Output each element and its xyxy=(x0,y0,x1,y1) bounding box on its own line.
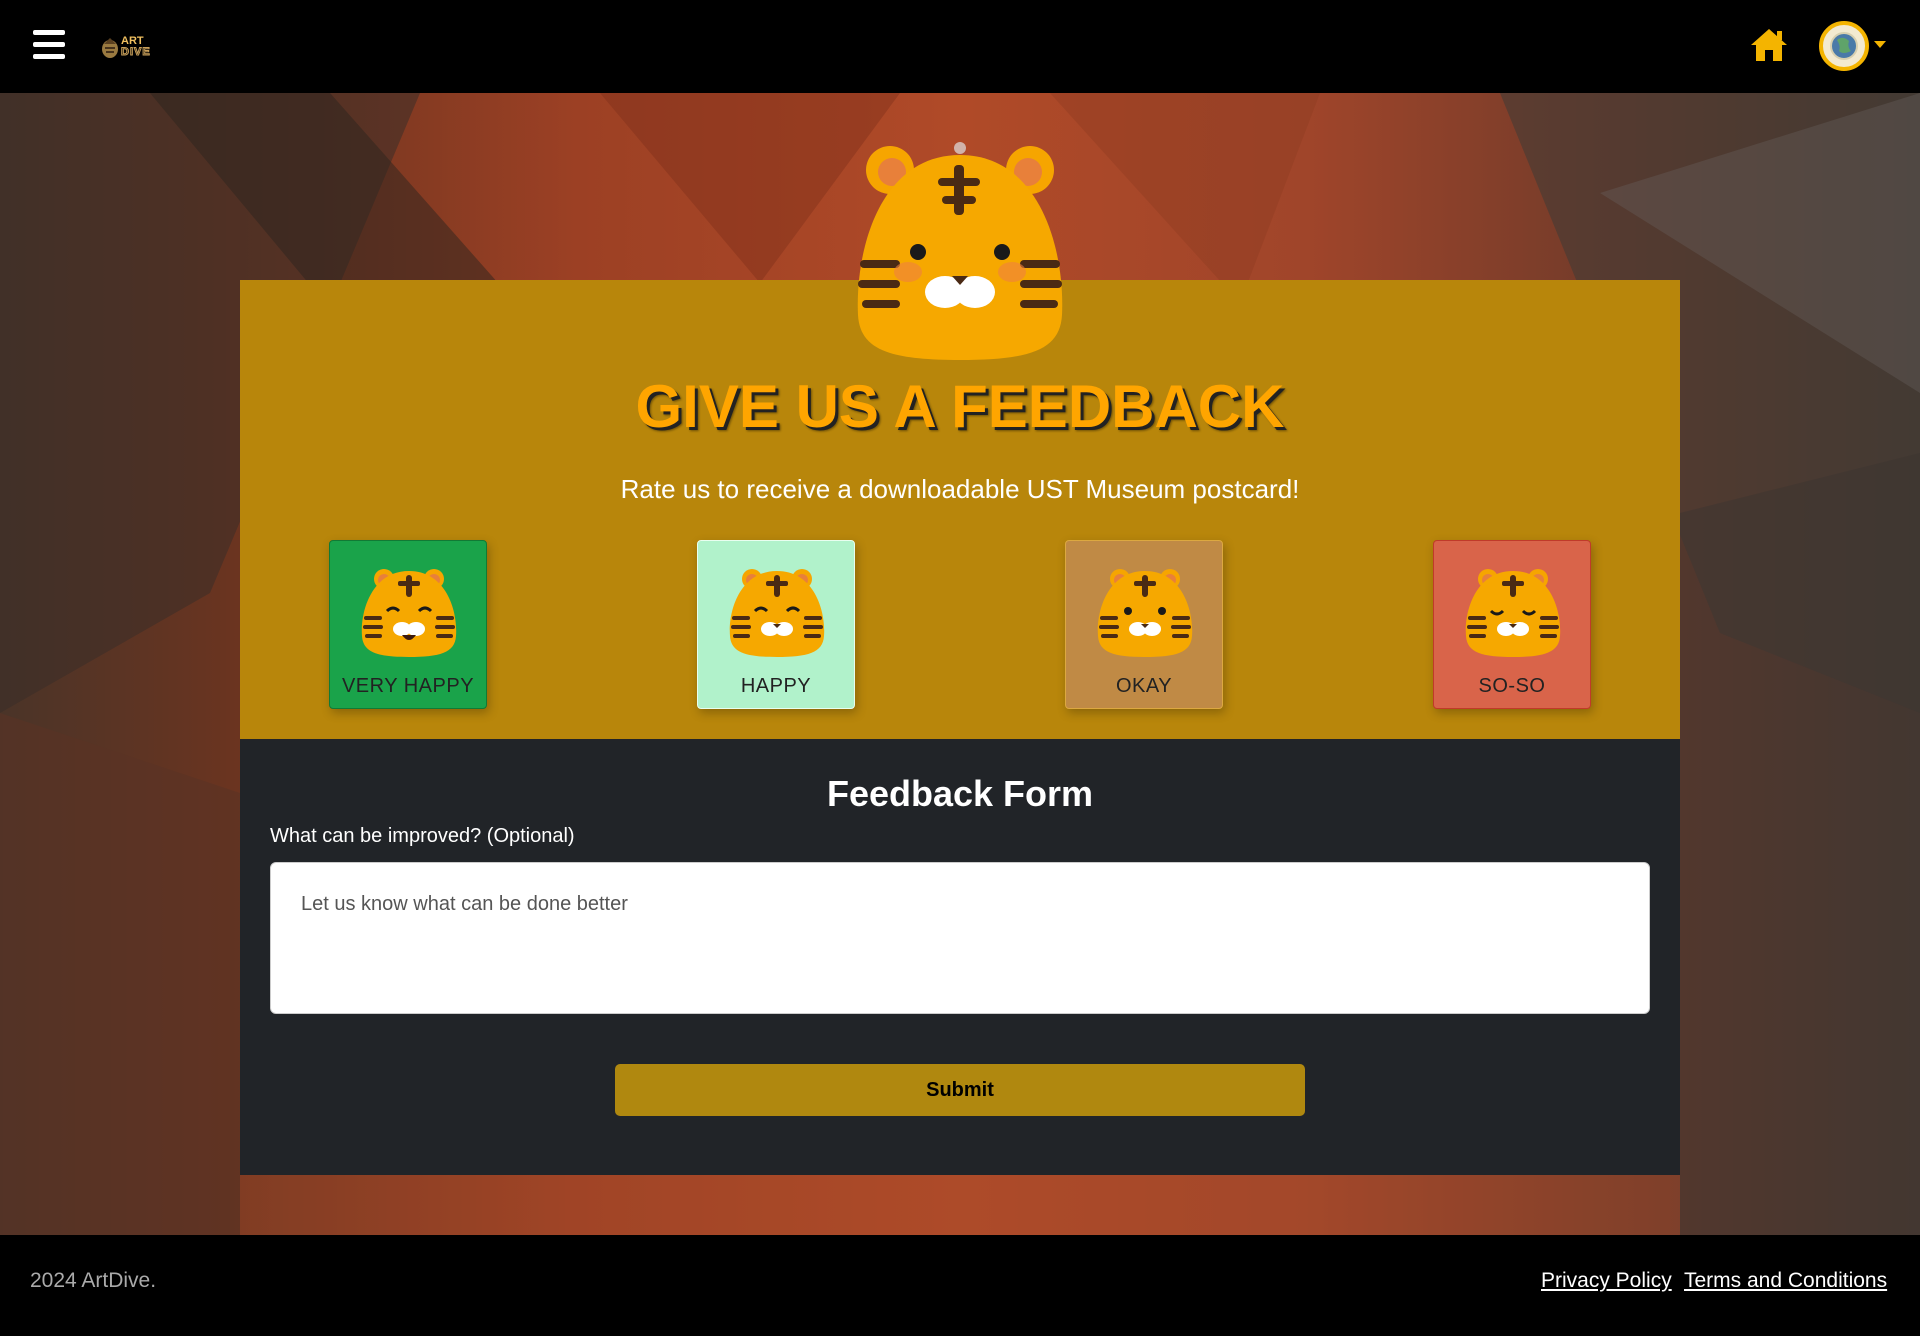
rating-label: SO-SO xyxy=(1478,675,1546,697)
tiger-okay-icon xyxy=(1097,569,1193,657)
tiger-so-so-icon xyxy=(1465,569,1561,657)
caret-down-icon[interactable] xyxy=(1874,41,1886,48)
feedback-title: GIVE US A FEEDBACK xyxy=(635,373,1285,440)
submit-button[interactable]: Submit xyxy=(615,1064,1305,1116)
copyright-text: 2024 ArtDive. xyxy=(30,1269,157,1292)
home-icon[interactable] xyxy=(1749,27,1789,63)
footer: 2024 ArtDive. Privacy Policy Terms and C… xyxy=(0,1235,1920,1336)
form-title: Feedback Form xyxy=(826,773,1094,814)
top-navbar: ART DIVE xyxy=(0,0,1920,93)
user-avatar[interactable] xyxy=(1819,21,1869,71)
tiger-very-happy-icon xyxy=(361,569,457,657)
rating-very-happy[interactable]: VERY HAPPY xyxy=(329,540,487,709)
rating-label: HAPPY xyxy=(740,675,812,697)
privacy-policy-link[interactable]: Privacy Policy xyxy=(1541,1269,1672,1293)
rating-happy[interactable]: HAPPY xyxy=(697,540,855,709)
avatar-globe-icon xyxy=(1830,32,1858,60)
rating-label: OKAY xyxy=(1115,675,1173,697)
logo-text: ART DIVE xyxy=(121,36,151,59)
tiger-happy-icon xyxy=(729,569,825,657)
improvement-textarea[interactable] xyxy=(270,862,1650,1014)
rating-so-so[interactable]: SO-SO xyxy=(1433,540,1591,709)
logo-tiger-icon xyxy=(102,38,118,58)
tiger-mascot-icon xyxy=(857,142,1063,360)
improvement-label: What can be improved? (Optional) xyxy=(270,825,575,847)
terms-link[interactable]: Terms and Conditions xyxy=(1684,1269,1887,1293)
rating-okay[interactable]: OKAY xyxy=(1065,540,1223,709)
rating-label: VERY HAPPY xyxy=(341,675,475,697)
hamburger-menu-icon[interactable] xyxy=(33,30,65,59)
artdive-logo[interactable]: ART DIVE xyxy=(100,30,152,64)
logo-line-dive: DIVE xyxy=(121,46,151,58)
feedback-subtitle: Rate us to receive a downloadable UST Mu… xyxy=(620,474,1300,504)
